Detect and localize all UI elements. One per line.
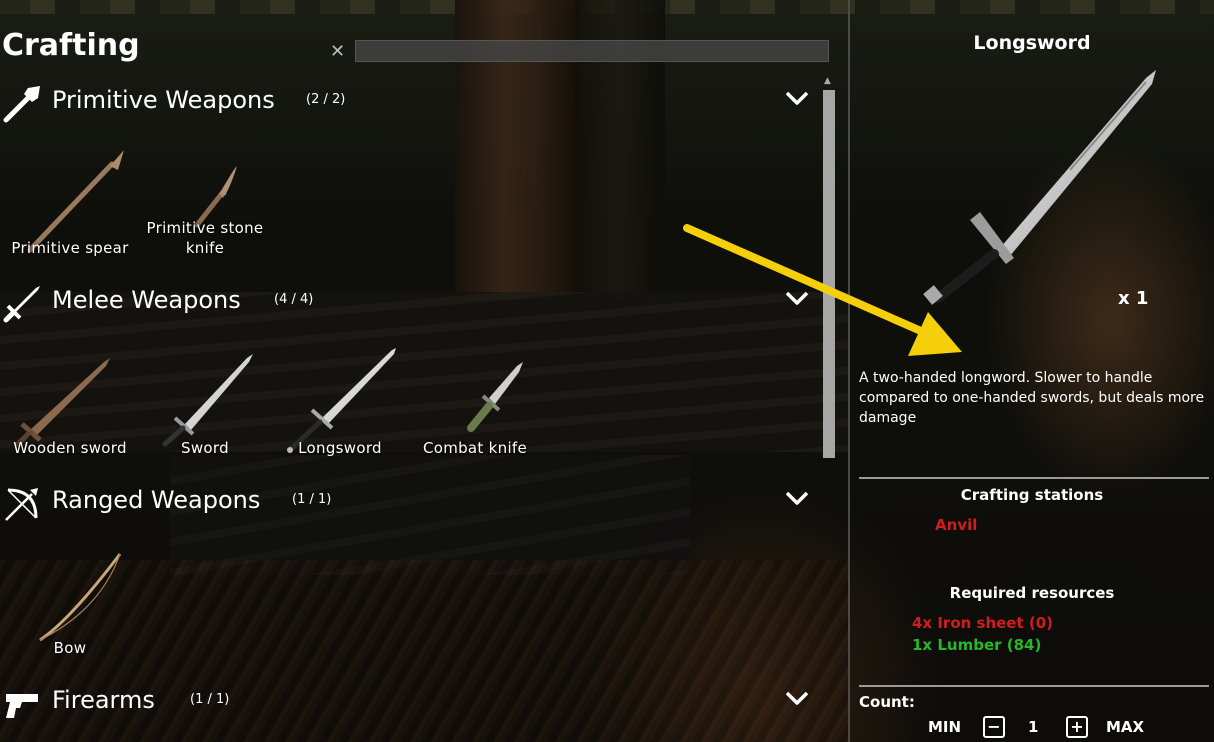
sword-icon	[3, 286, 40, 323]
station-anvil: Anvil	[935, 516, 978, 534]
item-primitive-stone-knife[interactable]: Primitive stone knife	[135, 140, 265, 270]
item-wooden-sword[interactable]: Wooden sword	[0, 340, 130, 470]
chevron-down-icon[interactable]	[785, 90, 809, 106]
bow-icon	[5, 488, 38, 521]
category-name: Ranged Weapons	[52, 486, 261, 514]
category-count: (2 / 2)	[306, 92, 346, 107]
scrollbar-thumb[interactable]	[823, 90, 835, 458]
count-label: Count:	[859, 693, 915, 711]
required-resources-title: Required resources	[949, 584, 1115, 602]
item-sword[interactable]: Sword	[135, 340, 265, 470]
item-detail-panel: Longsword x 1 A two-handed longword. Slo…	[850, 0, 1214, 742]
category-count: (4 / 4)	[274, 292, 314, 307]
category-count: (1 / 1)	[190, 692, 230, 707]
craft-quantity: x 1	[1118, 288, 1149, 309]
resource-lumber: 1x Lumber (84)	[912, 636, 1042, 654]
category-name: Melee Weapons	[52, 286, 241, 314]
clear-search-button[interactable]: ✕	[330, 41, 345, 62]
detail-title: Longsword	[973, 32, 1091, 54]
item-bow[interactable]: Bow	[0, 540, 130, 670]
count-max-button[interactable]: MAX	[1106, 718, 1144, 736]
category-header-firearms[interactable]: Firearms (1 / 1)	[0, 682, 820, 722]
scroll-up-arrow-icon[interactable]: ▲	[824, 76, 831, 86]
category-name: Primitive Weapons	[52, 86, 275, 114]
resource-iron-sheet: 4x Iron sheet (0)	[912, 614, 1054, 632]
item-longsword[interactable]: Longsword	[270, 340, 400, 470]
category-name: Firearms	[52, 686, 155, 714]
search-input[interactable]	[355, 40, 829, 62]
item-primitive-spear[interactable]: Primitive spear	[0, 140, 130, 270]
item-label: Wooden sword	[13, 439, 127, 457]
count-increment-button[interactable]: +	[1066, 716, 1088, 738]
page-title: Crafting	[2, 28, 140, 63]
count-decrement-button[interactable]: −	[983, 716, 1005, 738]
category-count: (1 / 1)	[292, 492, 332, 507]
item-combat-knife[interactable]: Combat knife	[405, 340, 535, 470]
section-divider	[859, 477, 1209, 479]
pistol-icon	[6, 694, 38, 718]
spear-icon	[3, 86, 40, 123]
item-description: A two-handed longword. Slower to handle …	[859, 370, 1205, 426]
crafting-list-panel: Crafting ✕ ▲ Primitive Weapons (2 / 2) P…	[0, 0, 848, 742]
longsword-preview-icon	[923, 70, 1156, 305]
item-label: Longsword	[298, 439, 382, 457]
item-label: Primitive stone knife	[146, 219, 264, 257]
item-label: Sword	[181, 439, 229, 457]
item-label: Bow	[53, 639, 87, 657]
category-header-ranged-weapons[interactable]: Ranged Weapons (1 / 1)	[0, 482, 820, 522]
chevron-down-icon[interactable]	[785, 290, 809, 306]
crafting-stations-title: Crafting stations	[960, 486, 1104, 504]
chevron-down-icon[interactable]	[785, 490, 809, 506]
category-header-primitive-weapons[interactable]: Primitive Weapons (2 / 2)	[0, 82, 820, 123]
section-divider	[859, 685, 1209, 687]
item-label: Combat knife	[422, 439, 528, 457]
item-label: Primitive spear	[11, 239, 129, 257]
count-value: 1	[1028, 718, 1039, 736]
count-min-button[interactable]: MIN	[928, 718, 961, 736]
chevron-down-icon[interactable]	[785, 690, 809, 706]
category-header-melee-weapons[interactable]: Melee Weapons (4 / 4)	[0, 282, 820, 323]
